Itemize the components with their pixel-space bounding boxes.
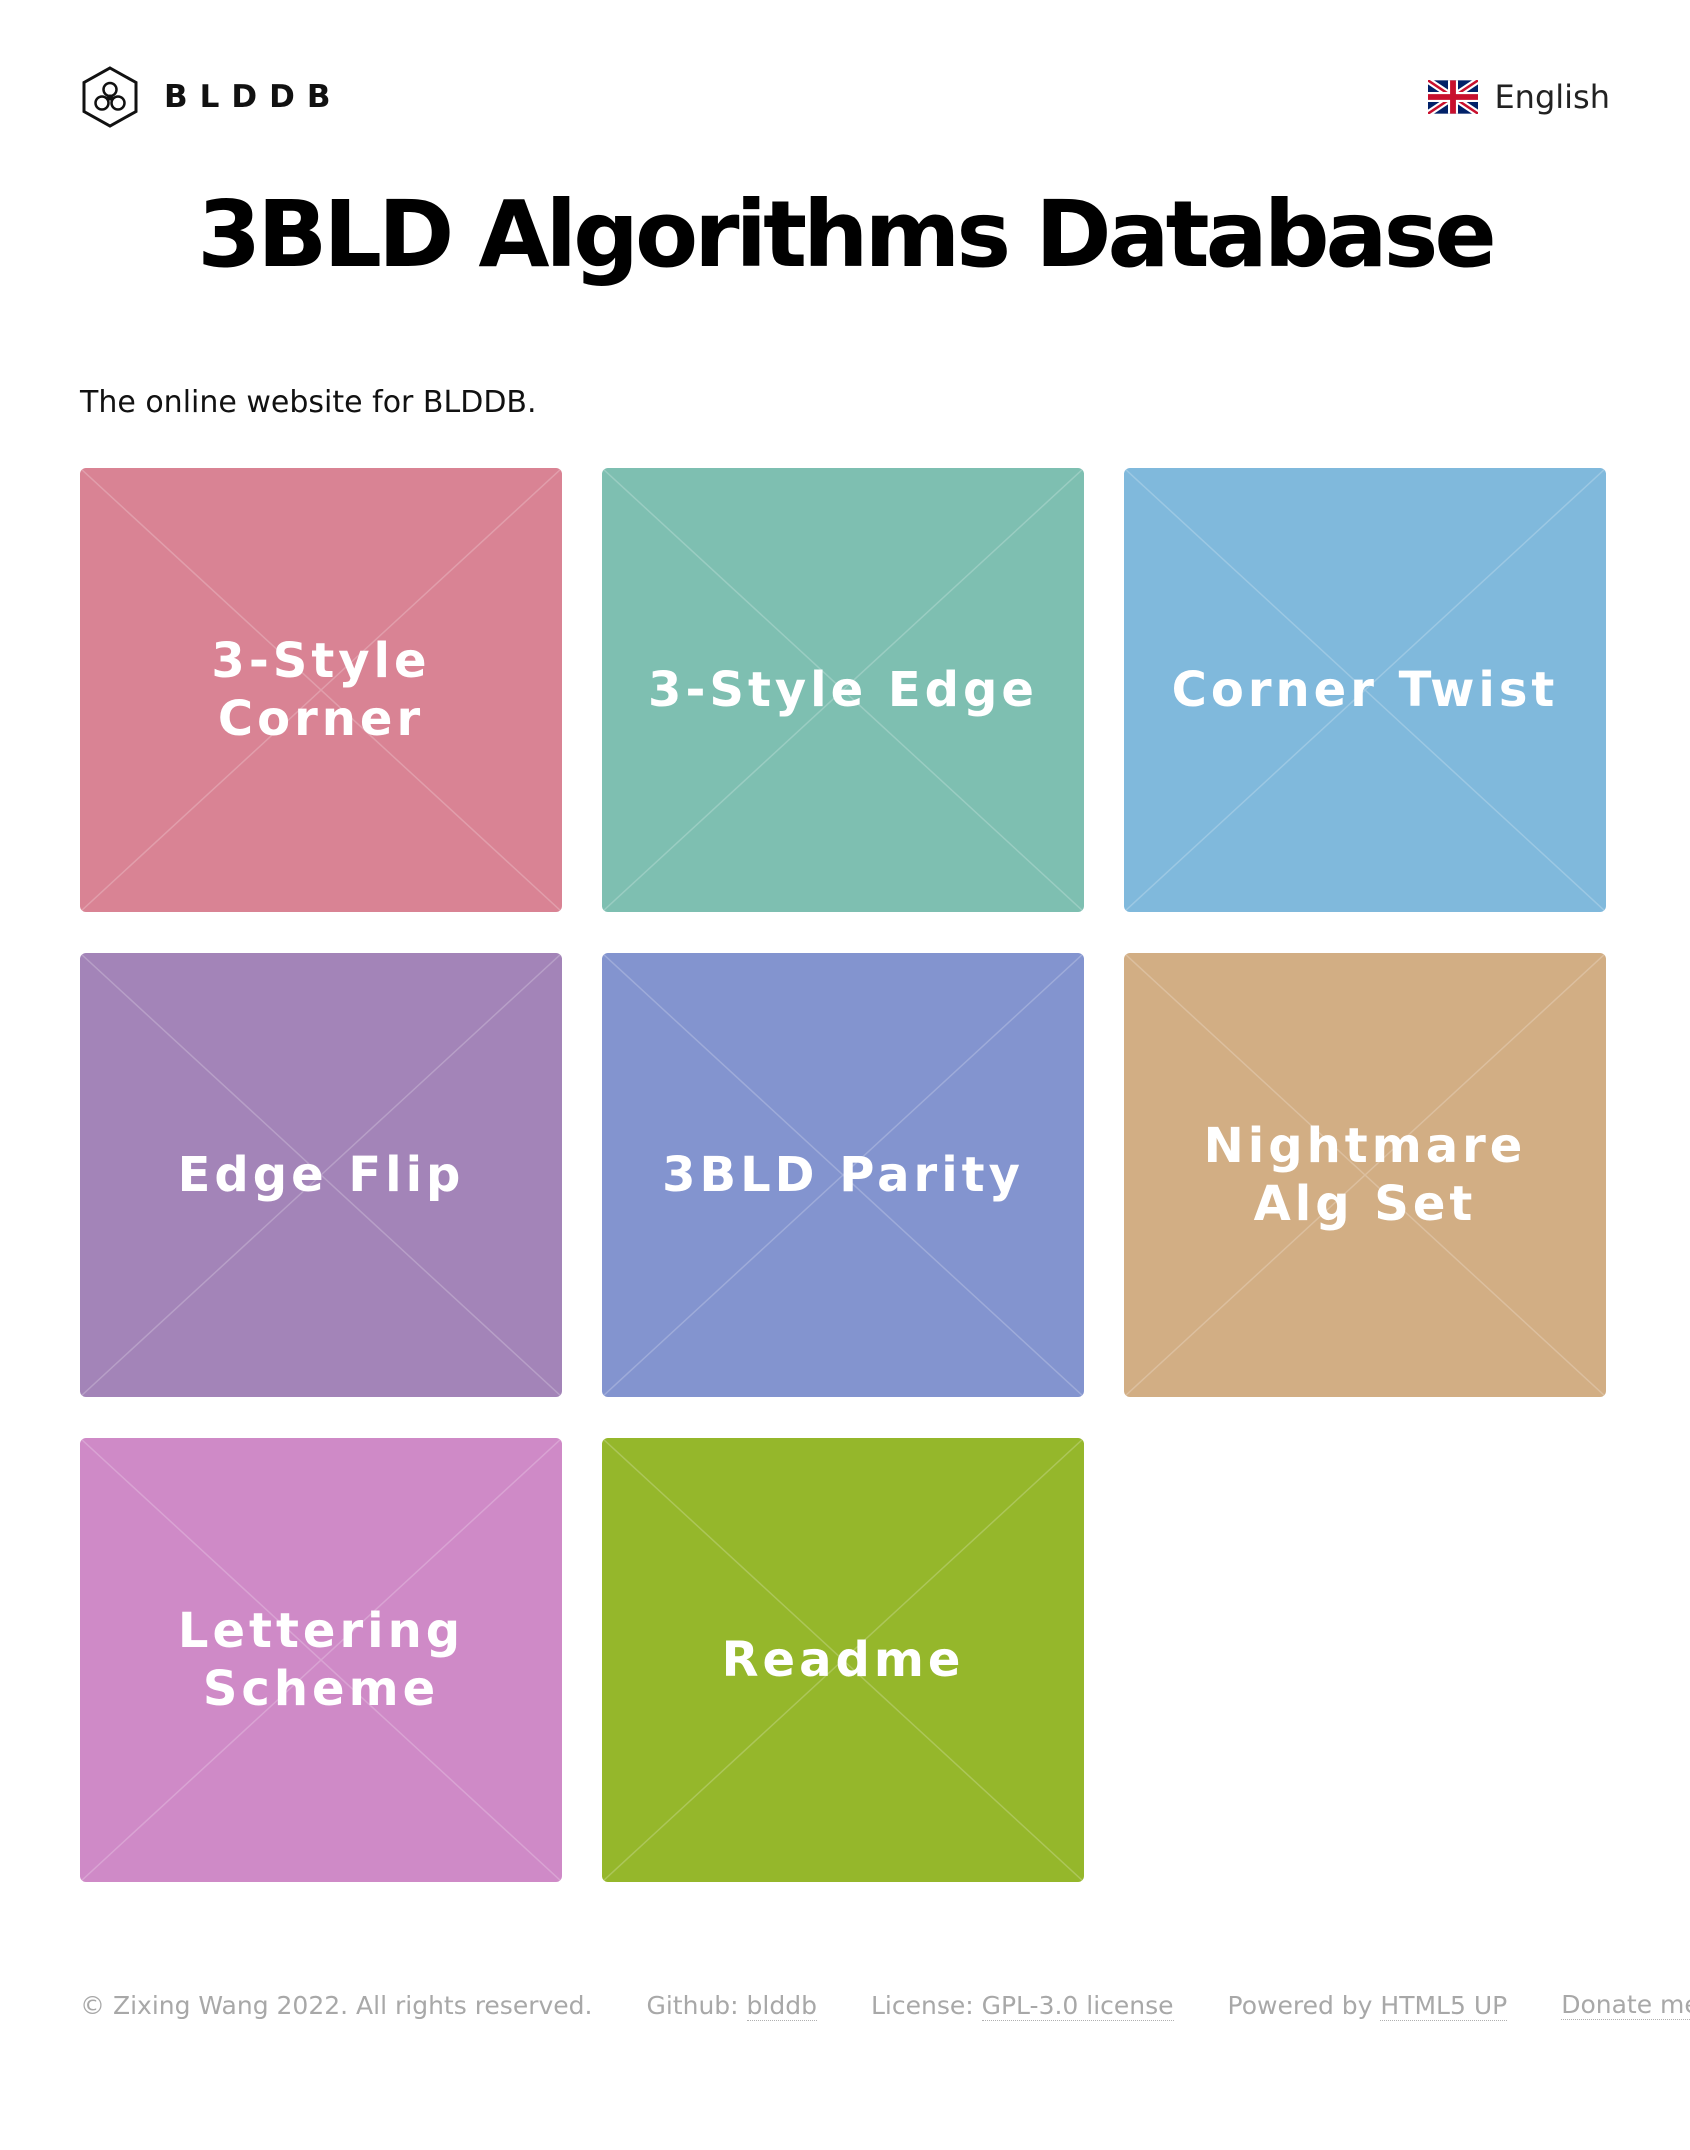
- intro-text: The online website for BLDDB.: [80, 385, 537, 420]
- tile-label: Nightmare Alg Set: [1203, 1118, 1527, 1232]
- language-label: English: [1494, 78, 1610, 116]
- github-link[interactable]: blddb: [746, 1990, 817, 2021]
- tile-label: 3BLD Parity: [662, 1147, 1024, 1203]
- license-prefix: License:: [870, 1990, 982, 2020]
- copyright-text: © Zixing Wang 2022. All rights reserved.: [80, 1990, 593, 2020]
- tile-label: Readme: [721, 1632, 965, 1688]
- uk-flag-icon: [1428, 80, 1479, 114]
- tile-label: 3-Style Edge: [648, 662, 1038, 718]
- tile-lettering-scheme[interactable]: Lettering Scheme: [80, 1438, 562, 1882]
- brand-link[interactable]: BLDDB: [80, 62, 342, 132]
- tile-edge-flip[interactable]: Edge Flip: [80, 953, 562, 1397]
- language-selector[interactable]: English: [1428, 62, 1610, 132]
- donate-link[interactable]: Donate me: [1561, 1990, 1690, 2020]
- tile-nightmare-alg-set[interactable]: Nightmare Alg Set: [1124, 953, 1606, 1397]
- github-item: Github: blddb: [646, 1990, 817, 2021]
- license-link[interactable]: GPL-3.0 license: [981, 1990, 1174, 2021]
- tile-3bld-parity[interactable]: 3BLD Parity: [602, 953, 1084, 1397]
- powered-item: Powered by HTML5 UP: [1227, 1990, 1508, 2021]
- github-prefix: Github:: [646, 1990, 747, 2020]
- tile-corner-twist[interactable]: Corner Twist: [1124, 468, 1606, 912]
- tile-label: Edge Flip: [177, 1147, 465, 1203]
- tile-label: 3-Style Corner: [211, 633, 431, 747]
- site-header: BLDDB English: [80, 62, 1610, 132]
- tile-readme[interactable]: Readme: [602, 1438, 1084, 1882]
- tile-3-style-edge[interactable]: 3-Style Edge: [602, 468, 1084, 912]
- powered-prefix: Powered by: [1227, 1990, 1381, 2020]
- cube-logo-icon: [82, 66, 138, 128]
- tile-3-style-corner[interactable]: 3-Style Corner: [80, 468, 562, 912]
- page-title: 3BLD Algorithms Database: [197, 181, 1497, 288]
- brand-name: BLDDB: [164, 79, 343, 115]
- license-item: License: GPL-3.0 license: [870, 1990, 1174, 2021]
- site-footer: © Zixing Wang 2022. All rights reserved.…: [80, 1990, 1690, 2021]
- tile-label: Lettering Scheme: [177, 1603, 465, 1717]
- tile-label: Corner Twist: [1171, 662, 1559, 718]
- html5up-link[interactable]: HTML5 UP: [1380, 1990, 1508, 2021]
